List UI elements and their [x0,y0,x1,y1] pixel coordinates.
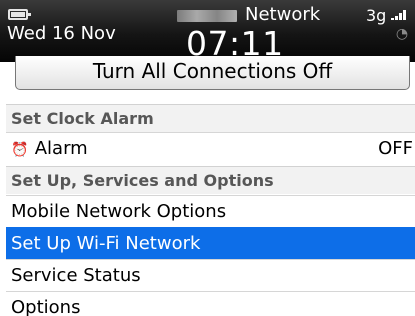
alarm-row[interactable]: ⏰ Alarm OFF [6,132,415,164]
date-label: Wed 16 Nov [7,23,116,44]
alarm-label: Alarm [34,138,88,159]
setup-wifi-network-item[interactable]: Set Up Wi-Fi Network [6,227,415,259]
wifi-icon: ◔ [395,26,409,42]
carrier-name-blurred [177,10,237,22]
connections-menu-screen: Wed 16 Nov Network 07:11 3g ◔ Turn All C… [0,0,415,316]
turn-all-connections-off-button[interactable]: Turn All Connections Off [15,56,410,90]
mobile-network-options-item[interactable]: Mobile Network Options [6,195,415,227]
network-type-label: 3g [366,6,387,25]
alarm-value: OFF [378,138,413,159]
status-bar: Wed 16 Nov Network 07:11 3g ◔ [0,0,415,63]
carrier-label: Network [245,4,321,25]
signal-icon [391,10,407,20]
options-item[interactable]: Options [6,291,415,316]
set-clock-alarm-header: Set Clock Alarm [6,104,415,132]
battery-icon [8,9,31,20]
setup-services-options-header: Set Up, Services and Options [6,166,415,194]
alarm-clock-icon: ⏰ [11,142,29,158]
service-status-item[interactable]: Service Status [6,259,415,291]
